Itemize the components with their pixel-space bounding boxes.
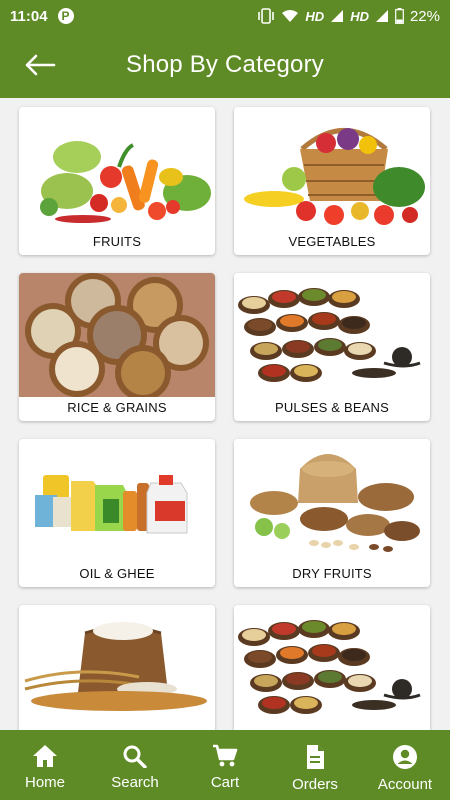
vibrate-icon [258,8,275,24]
nav-label: Orders [292,776,338,793]
nav-account[interactable]: Account [360,730,450,800]
page-title: Shop By Category [126,51,324,78]
home-icon [33,745,57,767]
signal-icon [331,10,344,22]
cart-icon [213,744,238,767]
category-card-rice-grains[interactable]: RICE & GRAINS [19,273,215,421]
back-button[interactable] [0,32,80,98]
wifi-icon [282,10,299,22]
account-icon [393,745,417,769]
oil-bottles-image [19,439,215,563]
category-card-dry-fruits[interactable]: DRY FRUITS [234,439,430,587]
category-label: OIL & GHEE [79,566,155,581]
vegetables-image [234,107,430,231]
app-bar: Shop By Category [0,32,450,98]
category-card-vegetables[interactable]: VEGETABLES [234,107,430,255]
nav-home[interactable]: Home [0,730,90,800]
nav-label: Search [111,774,159,791]
category-label: RICE & GRAINS [67,400,167,415]
category-label: VEGETABLES [288,234,376,249]
network-type-2: HD [350,8,369,24]
battery-percent: 22% [409,7,440,25]
orders-icon [307,745,324,769]
status-time: 11:04 [10,7,48,25]
arrow-left-icon [25,54,56,76]
spices-image [234,605,430,729]
network-type-1: HD [305,8,325,24]
dry-fruits-image [234,439,430,563]
flour-wheat-image [19,605,215,729]
category-card-fruits[interactable]: FRUITS [19,107,215,255]
category-card-spices[interactable] [234,605,430,730]
category-grid: FRUITS VEGETABLES RICE & GRAINS PULSES &… [0,98,450,730]
category-label: DRY FRUITS [292,566,372,581]
nav-search[interactable]: Search [90,730,180,800]
category-label: PULSES & BEANS [274,400,390,415]
nav-orders[interactable]: Orders [270,730,360,800]
parking-app-icon: P [57,8,74,24]
nav-label: Account [377,776,433,793]
nav-cart[interactable]: Cart [180,730,270,800]
category-card-flour[interactable] [19,605,215,730]
battery-icon [395,8,404,24]
status-bar: 11:04 P HD HD 22% [0,0,450,32]
category-label: FRUITS [92,234,142,249]
fruits-image [19,107,215,231]
grains-bowls-image [19,273,215,397]
search-icon [123,745,147,768]
bottom-navigation: Home Search Cart Orders Account [0,730,450,800]
signal-icon-2 [375,10,388,22]
nav-label: Cart [210,774,240,791]
category-card-pulses-beans[interactable]: PULSES & BEANS [234,273,430,421]
nav-label: Home [24,774,65,791]
category-card-oil-ghee[interactable]: OIL & GHEE [19,439,215,587]
spices-pulses-image [234,273,430,397]
status-indicators: HD HD 22% [257,8,440,25]
